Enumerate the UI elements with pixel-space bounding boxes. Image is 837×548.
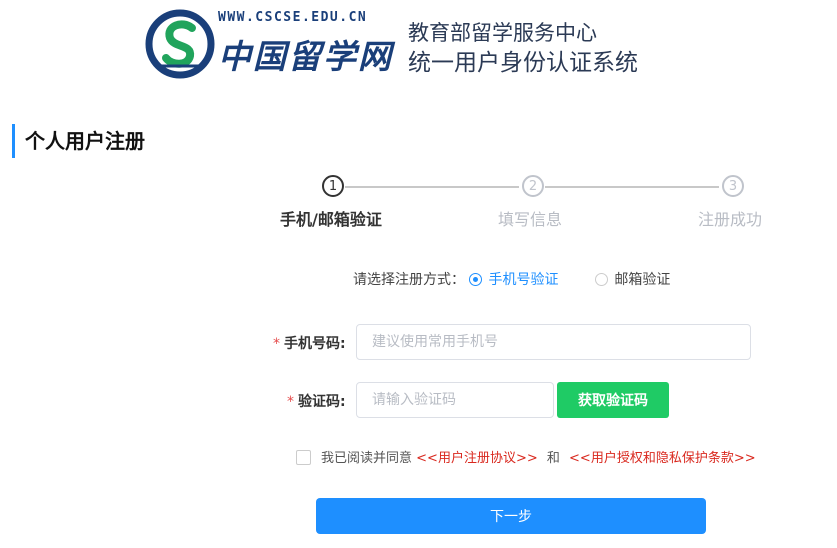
phone-label-text: 手机号码:: [284, 336, 346, 352]
get-code-button[interactable]: 获取验证码: [557, 382, 669, 418]
phone-label: * 手机号码:: [273, 333, 346, 353]
verification-code-input[interactable]: [356, 382, 554, 418]
required-mark: *: [273, 336, 280, 352]
phone-input[interactable]: [356, 324, 751, 360]
method-label: 请选择注册方式：: [353, 272, 465, 288]
step-1-circle: 1: [322, 175, 344, 197]
page-title: 个人用户注册: [12, 124, 145, 158]
step-2-circle: 2: [522, 175, 544, 197]
system-name: 统一用户身份认证系统: [408, 50, 638, 76]
code-label: * 验证码:: [287, 391, 346, 411]
required-mark: *: [287, 394, 294, 410]
step-1-label: 手机/邮箱验证: [280, 210, 382, 229]
step-connector: [345, 186, 519, 188]
step-3-label: 注册成功: [698, 210, 763, 229]
and-text: 和: [546, 451, 560, 466]
header: WWW.CSCSE.EDU.CN 中国留学网 教育部留学服务中心 统一用户身份认…: [0, 0, 837, 95]
step-connector: [545, 186, 719, 188]
email-radio[interactable]: [595, 272, 609, 286]
site-url: WWW.CSCSE.EDU.CN: [218, 10, 368, 25]
email-option-label[interactable]: 邮箱验证: [614, 272, 670, 288]
brand-name: 中国留学网: [218, 37, 393, 76]
agree-checkbox[interactable]: [296, 450, 311, 465]
registration-method: 请选择注册方式： 手机号验证 邮箱验证: [353, 268, 670, 292]
privacy-terms-link[interactable]: <<用户授权和隐私保护条款>>: [569, 451, 756, 466]
agreement-row: 我已阅读并同意 <<用户注册协议>> 和 <<用户授权和隐私保护条款>>: [296, 449, 756, 469]
phone-radio[interactable]: [469, 272, 483, 286]
code-label-text: 验证码:: [298, 394, 346, 410]
next-step-button[interactable]: 下一步: [316, 498, 706, 534]
user-agreement-link[interactable]: <<用户注册协议>>: [416, 451, 538, 466]
phone-option-label[interactable]: 手机号验证: [488, 272, 558, 288]
step-3-circle: 3: [722, 175, 744, 197]
cscse-logo-icon: [145, 9, 215, 79]
agree-text: 我已阅读并同意: [321, 451, 413, 466]
step-2-label: 填写信息: [498, 210, 563, 229]
